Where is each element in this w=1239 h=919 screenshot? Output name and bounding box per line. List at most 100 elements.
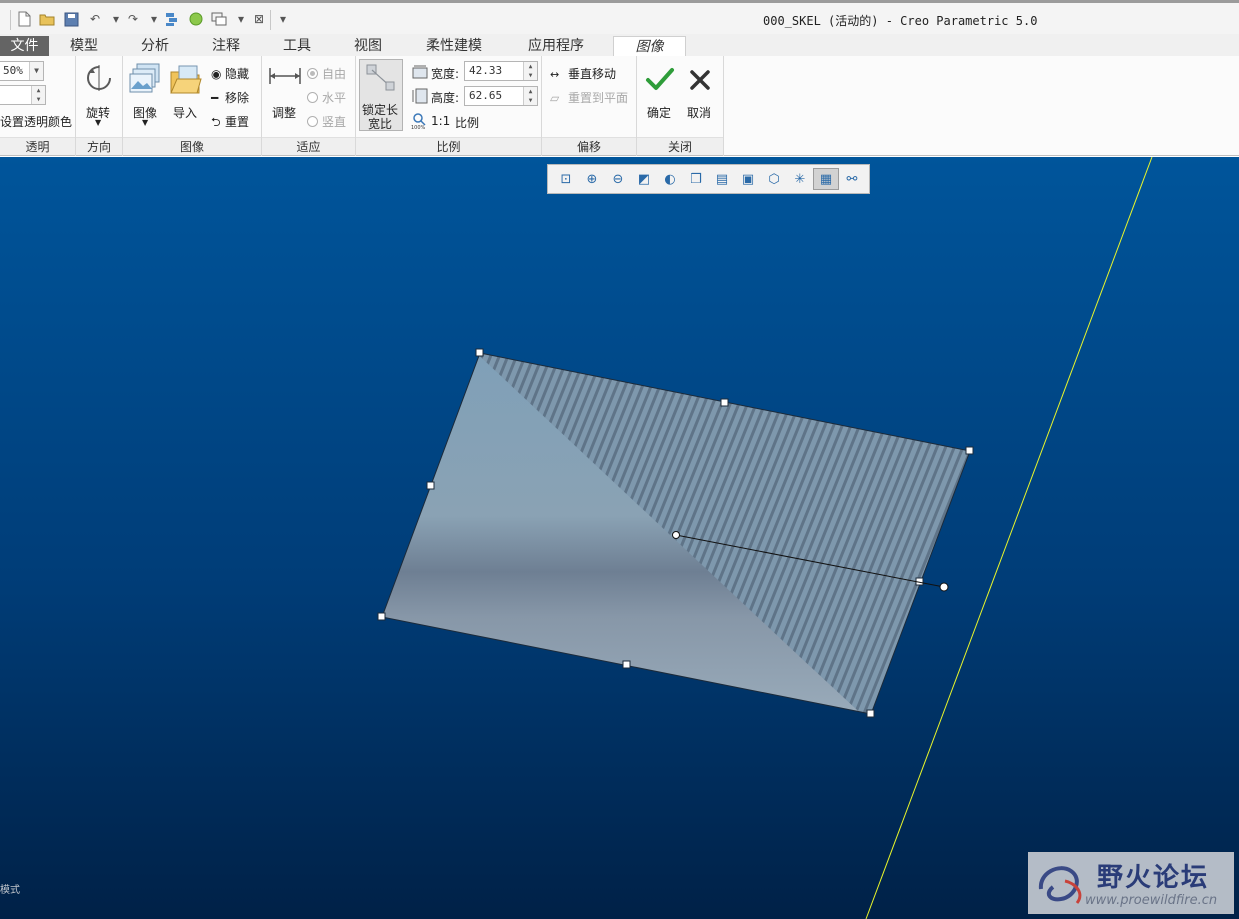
height-label: 高度: bbox=[431, 91, 460, 105]
refit-icon[interactable]: ⊡ bbox=[553, 168, 579, 190]
view-toolbar: ⊡ ⊕ ⊖ ◩ ◐ ❒ ▤ ▣ ⬡ ✳ ▦ ⚯ bbox=[547, 164, 870, 194]
center-handle[interactable] bbox=[672, 531, 680, 539]
hide-button[interactable]: ◉ 隐藏 bbox=[211, 65, 249, 82]
annotation-display-icon[interactable]: ▦ bbox=[813, 168, 839, 190]
group-label-offset: 偏移 bbox=[542, 137, 636, 155]
display-style-icon[interactable]: ◐ bbox=[657, 168, 683, 190]
vertical-radio[interactable]: 竖直 bbox=[307, 113, 346, 130]
rotation-handle[interactable] bbox=[939, 582, 949, 592]
group-image: 图像 ▼ 导入 ◉ 隐藏 ━ 移除 ⮌ 重置 图像 bbox=[123, 56, 262, 156]
zoom-in-icon[interactable]: ⊕ bbox=[579, 168, 605, 190]
group-direction: 旋转 ▼ 方向 bbox=[76, 56, 123, 156]
cancel-x-icon[interactable] bbox=[689, 69, 711, 91]
section-icon[interactable]: ⬡ bbox=[761, 168, 787, 190]
tab-model[interactable]: 模型 bbox=[50, 36, 118, 56]
graphics-area[interactable]: ⊡ ⊕ ⊖ ◩ ◐ ❒ ▤ ▣ ⬡ ✳ ▦ ⚯ 模式 野火论坛 www.proe… bbox=[0, 157, 1239, 919]
tab-image[interactable]: 图像 bbox=[613, 36, 686, 56]
windows-icon[interactable] bbox=[188, 11, 204, 27]
vertical-move-button[interactable]: ↔ 垂直移动 bbox=[550, 65, 616, 82]
width-icon bbox=[412, 65, 428, 79]
new-file-icon[interactable] bbox=[16, 11, 32, 27]
width-input[interactable]: 42.33 ▲ ▼ bbox=[464, 61, 538, 81]
zoom-out-icon[interactable]: ⊖ bbox=[605, 168, 631, 190]
transparency-dropdown-icon[interactable]: ▼ bbox=[29, 62, 43, 80]
spin-center-icon[interactable]: ⚯ bbox=[839, 168, 865, 190]
datum-display-icon[interactable]: ✳ bbox=[787, 168, 813, 190]
mode-status-text: 模式 bbox=[0, 885, 20, 896]
set-transparent-color-button[interactable]: 设置透明颜色 bbox=[0, 113, 72, 130]
saved-views-icon[interactable]: ❒ bbox=[683, 168, 709, 190]
tab-file[interactable]: 文件 bbox=[0, 36, 49, 56]
confirm-button[interactable]: 确定 bbox=[647, 104, 671, 121]
edge-handle[interactable] bbox=[426, 481, 435, 490]
vertical-label: 竖直 bbox=[322, 115, 347, 129]
confirm-check-icon[interactable] bbox=[645, 67, 675, 93]
cancel-button[interactable]: 取消 bbox=[687, 104, 711, 121]
tab-tools[interactable]: 工具 bbox=[262, 36, 332, 56]
group-label-image: 图像 bbox=[123, 137, 261, 155]
transparency-value-field[interactable]: 50% ▼ bbox=[0, 61, 44, 81]
ratio-label: 1:1 bbox=[431, 114, 451, 128]
close-window-icon[interactable]: ⊠ bbox=[251, 11, 267, 27]
open-file-icon[interactable] bbox=[39, 11, 55, 27]
perspective-icon[interactable]: ▣ bbox=[735, 168, 761, 190]
corner-handle[interactable] bbox=[377, 612, 386, 621]
tab-applications[interactable]: 应用程序 bbox=[506, 36, 606, 56]
edge-handle[interactable] bbox=[622, 660, 631, 669]
height-spinner-icon[interactable]: ▲ ▼ bbox=[523, 87, 537, 105]
rotate-icon[interactable] bbox=[83, 62, 115, 94]
customize-toolbar-icon[interactable]: ▾ bbox=[275, 11, 291, 27]
undo-dropdown-icon[interactable]: ▾ bbox=[108, 11, 124, 27]
view-manager-icon[interactable]: ▤ bbox=[709, 168, 735, 190]
redo-icon[interactable]: ↷ bbox=[125, 11, 141, 27]
reset-to-plane-label: 重置到平面 bbox=[568, 91, 629, 105]
lock-aspect-ratio-button[interactable]: 锁定长 宽比 bbox=[359, 59, 403, 131]
import-folder-icon[interactable] bbox=[169, 64, 203, 96]
model-canvas[interactable] bbox=[0, 157, 1239, 919]
adjust-button[interactable]: 调整 bbox=[272, 104, 296, 121]
group-scale: 锁定长 宽比 宽度: 42.33 ▲ ▼ 高度: 62.65 ▲ ▼ 100% 1:… bbox=[356, 56, 542, 156]
horizontal-radio[interactable]: 水平 bbox=[307, 89, 346, 106]
height-input[interactable]: 62.65 ▲ ▼ bbox=[464, 86, 538, 106]
vertical-move-label: 垂直移动 bbox=[568, 67, 617, 81]
window-dropdown-icon[interactable]: ▾ bbox=[233, 11, 249, 27]
horizontal-label: 水平 bbox=[322, 91, 347, 105]
scale-label[interactable]: 比例 bbox=[455, 114, 479, 131]
group-label-close: 关闭 bbox=[637, 137, 723, 155]
group-label-direction: 方向 bbox=[76, 137, 122, 155]
redo-dropdown-icon[interactable]: ▾ bbox=[146, 11, 162, 27]
switch-window-icon[interactable] bbox=[211, 11, 227, 27]
edge-handle[interactable] bbox=[720, 398, 729, 407]
reset-button[interactable]: ⮌ 重置 bbox=[211, 113, 249, 134]
spinner-arrows-icon[interactable]: ▲ ▼ bbox=[31, 86, 45, 104]
tab-flexible-modeling[interactable]: 柔性建模 bbox=[404, 36, 504, 56]
group-fit: 调整 自由 水平 竖直 适应 bbox=[262, 56, 356, 156]
transparency-spinner[interactable]: ▲ ▼ bbox=[0, 85, 46, 105]
lock-aspect-icon bbox=[366, 64, 395, 91]
svg-text:100%: 100% bbox=[411, 125, 426, 130]
rotate-dropdown-icon[interactable]: ▼ bbox=[95, 118, 101, 127]
tab-view[interactable]: 视图 bbox=[334, 36, 402, 56]
tab-annotate[interactable]: 注释 bbox=[192, 36, 260, 56]
import-button[interactable]: 导入 bbox=[173, 104, 197, 121]
regenerate-icon[interactable] bbox=[164, 11, 180, 27]
repaint-icon[interactable]: ◩ bbox=[631, 168, 657, 190]
adjust-fit-icon[interactable] bbox=[268, 64, 302, 88]
tab-analysis[interactable]: 分析 bbox=[120, 36, 190, 56]
remove-label: 移除 bbox=[225, 91, 250, 105]
corner-handle[interactable] bbox=[866, 709, 875, 718]
width-label: 宽度: bbox=[431, 67, 460, 81]
undo-icon[interactable]: ↶ bbox=[87, 11, 103, 27]
radio-icon bbox=[307, 116, 318, 127]
remove-button[interactable]: ━ 移除 bbox=[211, 89, 249, 106]
image-dropdown-icon[interactable]: ▼ bbox=[142, 118, 148, 127]
image-gallery-icon[interactable] bbox=[129, 62, 163, 96]
corner-handle[interactable] bbox=[475, 348, 484, 357]
width-spinner-icon[interactable]: ▲ ▼ bbox=[523, 62, 537, 80]
corner-handle[interactable] bbox=[965, 446, 974, 455]
group-label-scale: 比例 bbox=[356, 137, 541, 155]
free-radio[interactable]: 自由 bbox=[307, 65, 346, 82]
height-value: 62.65 bbox=[469, 89, 503, 102]
reset-to-plane-button[interactable]: ▱ 重置到平面 bbox=[550, 89, 628, 106]
save-icon[interactable] bbox=[63, 11, 79, 27]
